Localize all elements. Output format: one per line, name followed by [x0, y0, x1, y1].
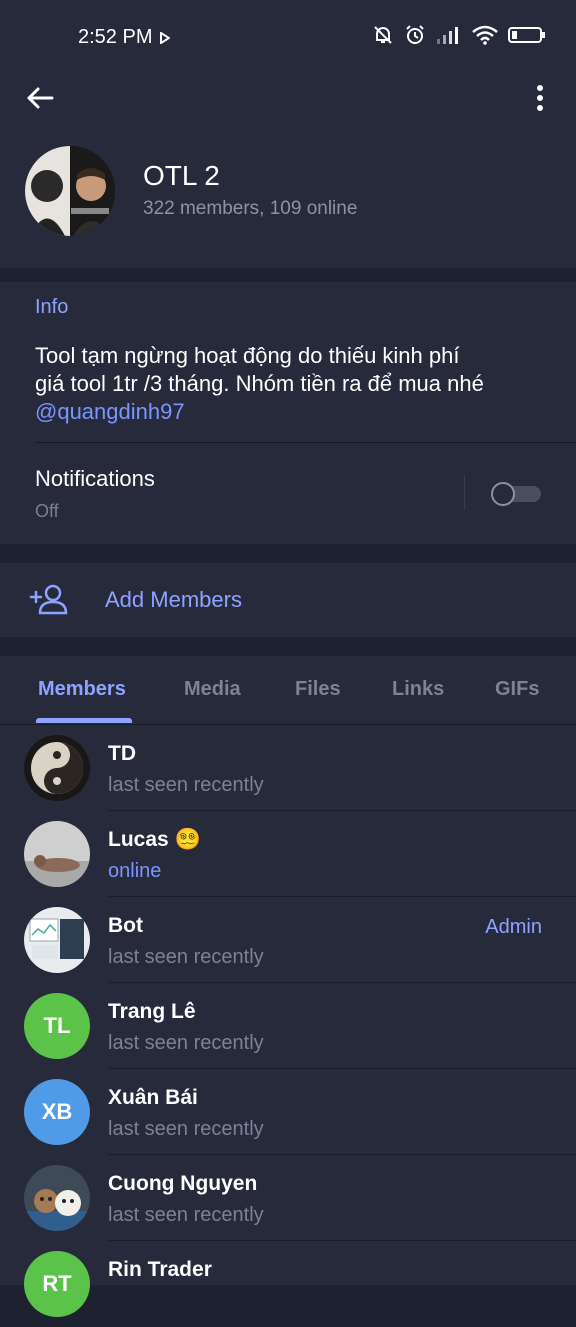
profile-header: 2:52 PM OTL 2 322 members, 109 online	[0, 0, 576, 268]
member-name: Xuân Bái	[108, 1086, 198, 1109]
member-status: last seen recently	[108, 1032, 264, 1054]
member-name: TD	[108, 742, 136, 765]
member-status: last seen recently	[108, 1204, 264, 1226]
more-options-button[interactable]	[524, 80, 556, 116]
info-section: Info Tool tạm ngừng hoạt động do thiếu k…	[0, 282, 576, 544]
tab-links[interactable]: Links	[392, 678, 444, 701]
divider	[35, 442, 576, 443]
active-tab-indicator	[36, 718, 132, 723]
group-title: OTL 2	[143, 160, 220, 191]
media-play-icon	[160, 31, 171, 49]
avatar	[24, 821, 90, 887]
admin-badge: Admin	[485, 916, 542, 938]
avatar: TL	[24, 993, 90, 1059]
status-time: 2:52 PM	[78, 26, 153, 48]
wifi-icon	[472, 25, 498, 50]
status-bar: 2:52 PM	[0, 0, 576, 76]
avatar: XB	[24, 1079, 90, 1145]
member-status: last seen recently	[108, 774, 264, 796]
tab-media[interactable]: Media	[184, 678, 241, 701]
member-row[interactable]: XB Xuân Bái last seen recently	[0, 1069, 576, 1155]
notifications-toggle[interactable]	[491, 482, 541, 506]
member-status: last seen recently	[108, 1118, 264, 1140]
tab-members[interactable]: Members	[38, 678, 126, 701]
avatar	[24, 1165, 90, 1231]
description-line-1: Tool tạm ngừng hoạt động do thiếu kinh p…	[35, 343, 460, 368]
member-name: Trang Lê	[108, 1000, 196, 1023]
arrow-left-icon	[27, 87, 54, 109]
member-row[interactable]: Cuong Nguyen last seen recently	[0, 1155, 576, 1241]
signal-icon	[436, 25, 462, 50]
member-row[interactable]: TL Trang Lê last seen recently	[0, 983, 576, 1069]
member-name: Bot	[108, 914, 143, 937]
description-username-link[interactable]: @quangdinh97	[35, 398, 555, 426]
member-row[interactable]: RT Rin Trader	[0, 1241, 576, 1327]
avatar	[24, 735, 90, 801]
status-icons	[372, 24, 546, 51]
add-user-icon	[29, 583, 69, 620]
add-members-button[interactable]: Add Members	[0, 563, 576, 637]
notifications-label[interactable]: Notifications	[35, 466, 155, 492]
back-button[interactable]	[22, 80, 58, 116]
member-name: Cuong Nguyen	[108, 1172, 258, 1195]
avatar	[24, 907, 90, 973]
shared-media-tabs: Members Media Files Links GIFs	[0, 656, 576, 725]
member-status: online	[108, 860, 162, 882]
member-row[interactable]: Lucas 😵‍💫 online	[0, 811, 576, 897]
info-heading: Info	[35, 296, 69, 318]
tab-gifs[interactable]: GIFs	[495, 678, 539, 701]
toggle-knob	[491, 482, 515, 506]
member-status: last seen recently	[108, 946, 264, 968]
member-name: Lucas 😵‍💫	[108, 828, 201, 851]
member-row[interactable]: Bot last seen recently Admin	[0, 897, 576, 983]
description-line-2: giá tool 1tr /3 tháng. Nhóm tiền ra để m…	[35, 371, 484, 396]
tab-files[interactable]: Files	[295, 678, 341, 701]
group-avatar[interactable]	[25, 146, 115, 236]
mute-bell-icon	[372, 24, 394, 51]
add-members-label: Add Members	[105, 587, 242, 612]
member-row[interactable]: TD last seen recently	[0, 725, 576, 811]
member-name: Rin Trader	[108, 1258, 212, 1281]
divider	[464, 476, 465, 510]
notifications-status: Off	[35, 501, 59, 521]
battery-icon	[508, 25, 546, 50]
group-description: Tool tạm ngừng hoạt động do thiếu kinh p…	[35, 342, 555, 426]
alarm-icon	[404, 24, 426, 51]
group-member-count: 322 members, 109 online	[143, 198, 358, 219]
members-list: TD last seen recently Lucas 😵‍💫 online B…	[0, 725, 576, 1317]
avatar: RT	[24, 1251, 90, 1317]
more-vertical-icon	[537, 85, 543, 111]
